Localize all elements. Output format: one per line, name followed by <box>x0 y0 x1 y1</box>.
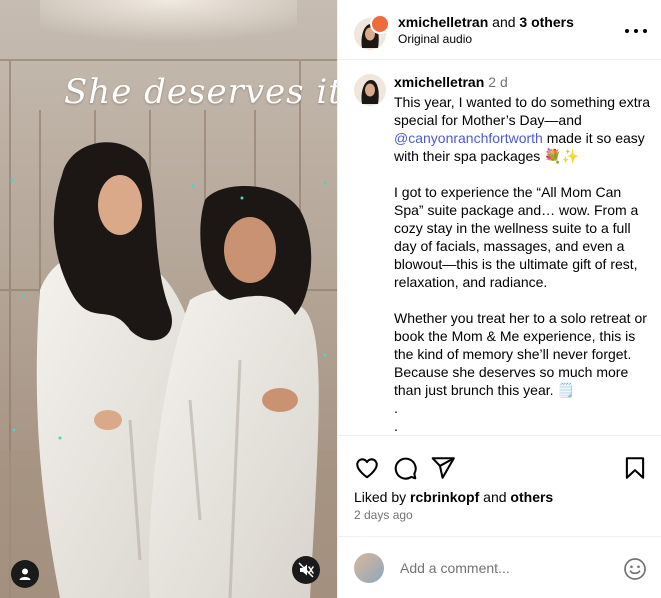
viewer-avatar <box>354 553 384 583</box>
caption-paragraph-2: I got to experience the “All Mom Can Spa… <box>394 184 639 290</box>
collab-brand-avatar[interactable] <box>370 14 390 34</box>
post-media[interactable]: She deserves it. <box>0 0 337 598</box>
likes-summary: Liked by rcbrinkopf and others <box>354 489 553 505</box>
liker-username[interactable]: rcbrinkopf <box>410 489 479 505</box>
author-username[interactable]: xmichelletran <box>398 14 488 30</box>
mention-link[interactable]: @canyonranchfortworth <box>394 130 543 146</box>
send-icon <box>431 457 455 479</box>
more-dot <box>634 29 638 33</box>
heart-icon <box>356 458 378 479</box>
action-bar <box>338 447 661 487</box>
user-tag-icon <box>19 568 31 580</box>
more-options-button[interactable] <box>625 22 647 40</box>
caption-paragraph-3: Whether you treat her to a solo retreat … <box>394 310 647 398</box>
mute-button[interactable] <box>292 556 320 584</box>
emoji-icon <box>624 558 646 580</box>
instagram-post: She deserves it. xmichelletran and 3 oth… <box>0 0 661 598</box>
like-button[interactable] <box>354 455 380 481</box>
post-date[interactable]: 2 days ago <box>354 508 413 522</box>
emoji-button[interactable] <box>623 557 647 581</box>
overlay-caption-text: She deserves it. <box>64 72 337 112</box>
post-caption: xmichelletran 2 d This year, I wanted to … <box>338 60 661 436</box>
caption-username[interactable]: xmichelletran <box>394 74 484 90</box>
likes-others-link[interactable]: others <box>510 489 553 505</box>
post-authors: xmichelletran and 3 others <box>398 14 574 30</box>
more-dot <box>643 29 647 33</box>
caption-avatar-image <box>354 74 386 106</box>
comment-composer <box>338 536 661 598</box>
likes-and: and <box>483 489 507 505</box>
comment-button[interactable] <box>392 455 418 481</box>
caption-dot: . <box>394 418 398 434</box>
caption-dot: . <box>394 400 398 416</box>
more-horizontal-icon <box>625 29 629 33</box>
likes-prefix: Liked by <box>354 489 407 505</box>
caption-text: This year, I wanted to do something extr… <box>394 93 652 435</box>
share-button[interactable] <box>430 455 456 481</box>
audio-label[interactable]: Original audio <box>398 32 472 46</box>
comment-input[interactable] <box>398 559 622 577</box>
bookmark-icon <box>625 457 645 479</box>
authors-and: and <box>492 14 516 30</box>
caption-text-part: This year, I wanted to do something extr… <box>394 94 651 128</box>
caption-header: xmichelletran 2 d <box>394 74 508 90</box>
collaborators-link[interactable]: 3 others <box>519 14 573 30</box>
caption-time[interactable]: 2 d <box>488 74 507 90</box>
post-details-panel: xmichelletran and 3 others Original audi… <box>337 0 661 598</box>
caption-paragraph-1: This year, I wanted to do something extr… <box>394 93 652 165</box>
caption-author-avatar[interactable] <box>354 74 386 106</box>
user-tag-button[interactable] <box>11 560 39 588</box>
post-header: xmichelletran and 3 others Original audi… <box>338 0 661 60</box>
speaker-muted-icon <box>298 562 314 578</box>
save-button[interactable] <box>622 455 648 481</box>
comment-icon <box>394 457 417 480</box>
